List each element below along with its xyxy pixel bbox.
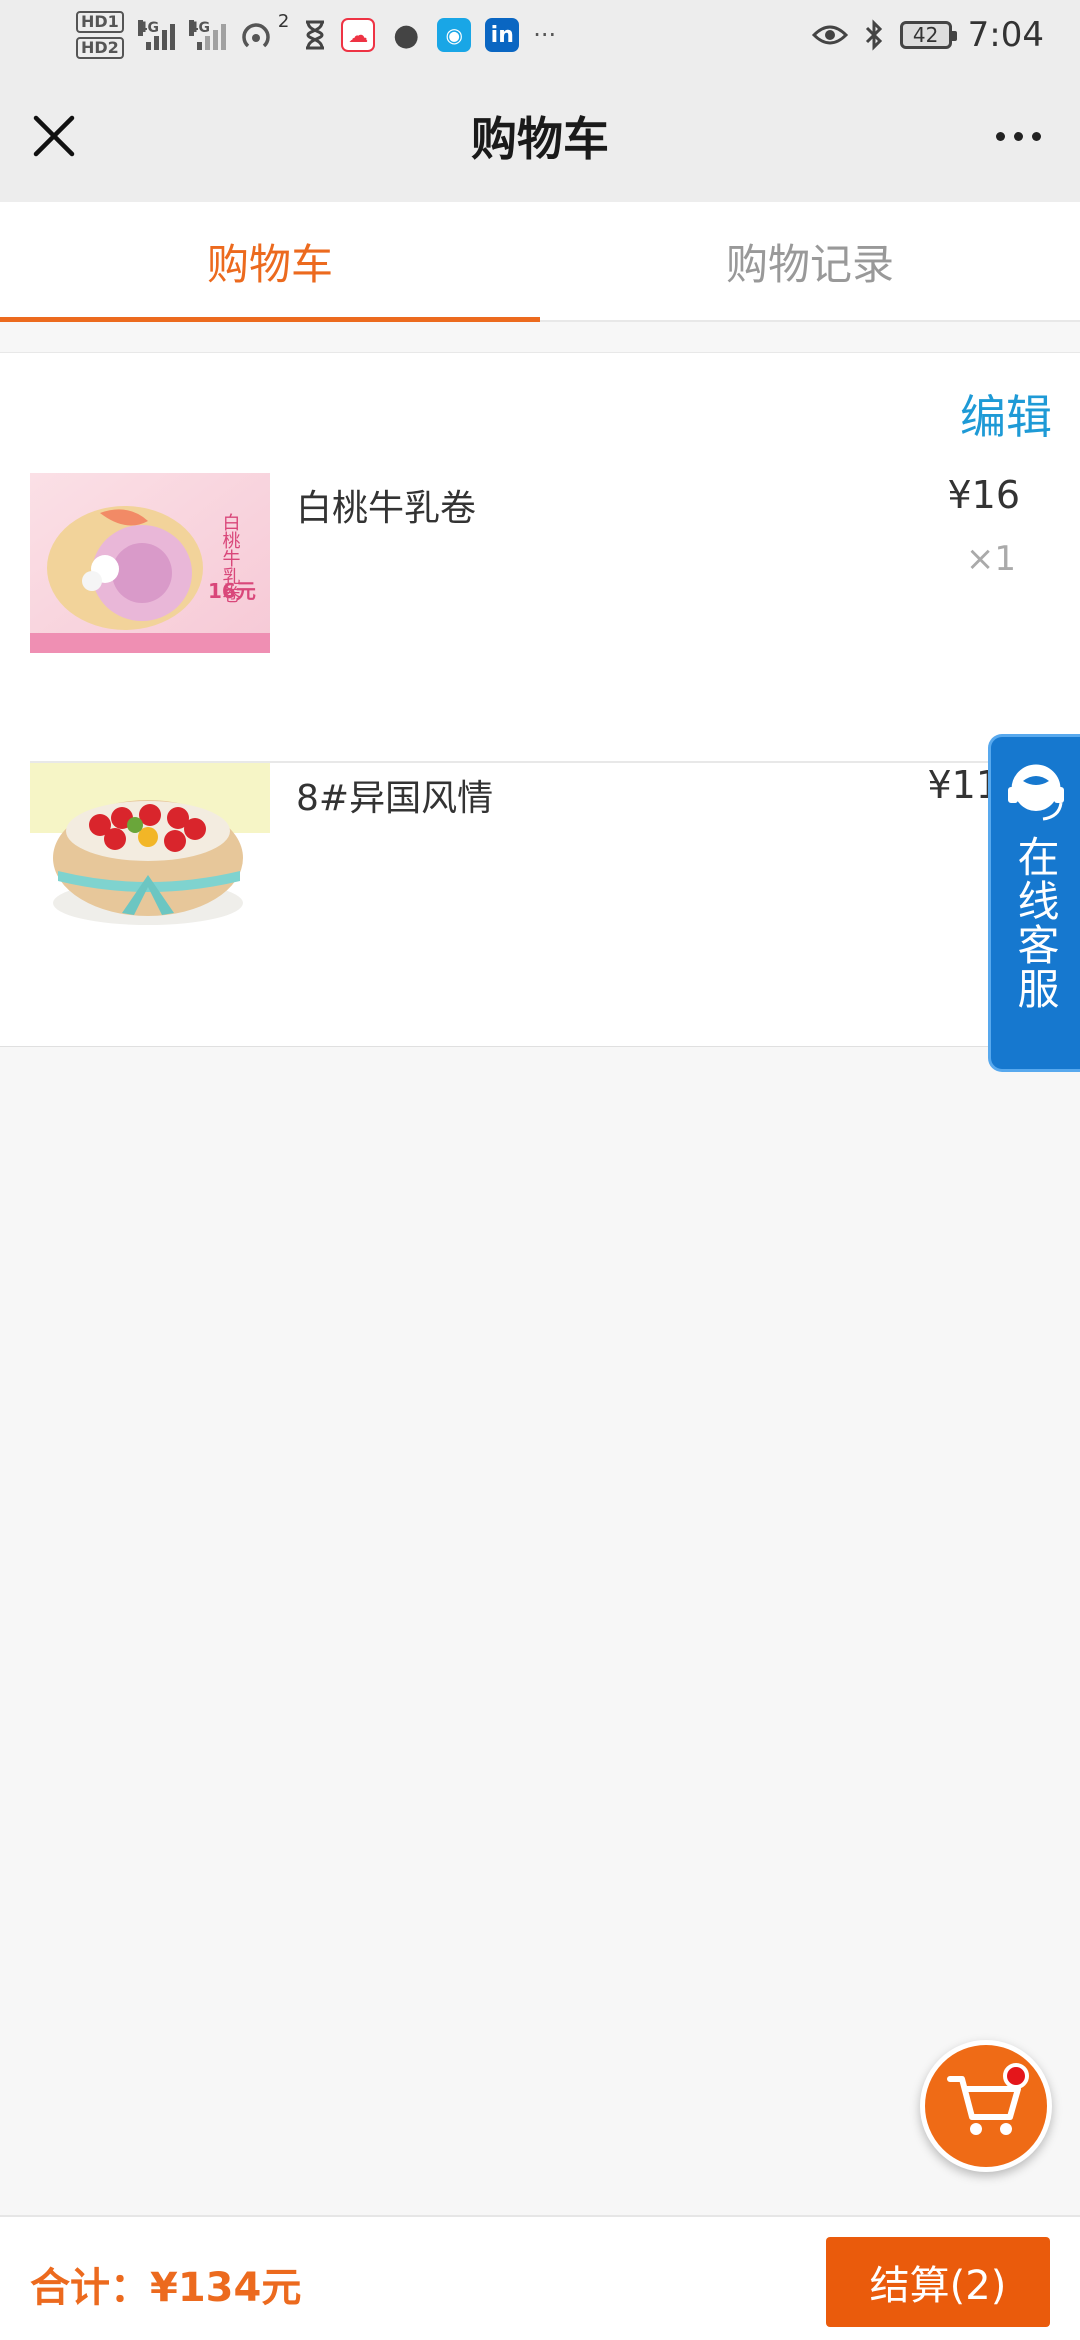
cart-item[interactable]: 白桃牛乳卷 16元 白桃牛乳卷 ¥16 ×1 — [30, 473, 1080, 763]
checkout-button[interactable]: 结算(2) — [826, 2237, 1050, 2327]
cart-total: 合计：¥134元 — [30, 2265, 302, 2311]
title-bar: 购物车 — [0, 70, 1080, 202]
bluetooth-icon — [865, 19, 882, 51]
headset-icon — [1007, 764, 1064, 821]
dot — [995, 131, 1005, 141]
notification-dot — [1003, 2063, 1029, 2089]
eye-icon — [811, 25, 848, 45]
dot — [1013, 131, 1023, 141]
cart-item[interactable]: 8#异国风情 ¥11 × — [30, 763, 1080, 1053]
tab-purchase-history[interactable]: 购物记录 — [540, 202, 1080, 320]
battery-icon: 42 — [899, 21, 957, 49]
more-notifications: ··· — [533, 21, 557, 49]
status-bar: HD1 HD2 4G 4G 2 ☁ ● ◉ in ··· 42 7:04 — [0, 0, 1080, 70]
item-name: 8#异国风情 — [296, 778, 494, 819]
page-title: 购物车 — [471, 112, 609, 166]
product-image-peach-roll[interactable]: 白桃牛乳卷 16元 — [30, 473, 270, 653]
dot — [1031, 131, 1041, 141]
signal-1-icon: 4G — [137, 20, 175, 50]
status-left: HD1 HD2 4G 4G 2 ☁ ● ◉ in ··· — [76, 11, 556, 59]
hotspot-count: 2 — [277, 11, 290, 32]
hourglass-icon — [306, 20, 325, 50]
network-2-label: 4G — [188, 20, 211, 36]
network-1-label: 4G — [137, 20, 160, 36]
hd-indicator: HD1 HD2 — [76, 11, 124, 59]
cloud-app-icon: ☁ — [341, 18, 376, 52]
hd1-badge: HD1 — [76, 11, 124, 33]
wechat-icon: ● — [393, 17, 420, 53]
tab-cart[interactable]: 购物车 — [0, 202, 540, 322]
checkout-bar: 合计：¥134元 结算(2) — [0, 2215, 1080, 2340]
item-quantity: ×1 — [965, 539, 1016, 579]
cart-panel: 编辑 白桃牛乳卷 16元 白桃牛乳卷 ¥16 ×1 8#异国风情 ¥11 — [0, 352, 1080, 1047]
customer-service-label: 在线客服 — [1011, 835, 1060, 1011]
clock: 7:04 — [967, 15, 1044, 55]
customer-service-button[interactable]: 在线客服 — [988, 734, 1080, 1072]
close-button[interactable] — [26, 108, 82, 164]
hotspot-icon — [242, 23, 270, 48]
battery-level: 42 — [912, 23, 939, 47]
edit-button[interactable]: 编辑 — [960, 381, 1052, 447]
item-name: 白桃牛乳卷 — [296, 488, 477, 529]
more-options-button[interactable] — [982, 110, 1054, 162]
lightbulb-app-icon: ◉ — [437, 18, 472, 52]
status-right: 42 7:04 — [811, 15, 1044, 55]
tab-bar: 购物车 购物记录 — [0, 202, 1080, 322]
signal-2-icon: 4G — [188, 20, 226, 50]
hd2-badge: HD2 — [76, 37, 124, 59]
linkedin-icon: in — [485, 18, 520, 52]
thumb-price: 16元 — [208, 579, 256, 603]
item-price: ¥16 — [947, 473, 1020, 517]
product-image-cake[interactable] — [30, 763, 270, 943]
close-icon — [33, 115, 75, 157]
floating-cart-button[interactable] — [920, 2040, 1052, 2172]
